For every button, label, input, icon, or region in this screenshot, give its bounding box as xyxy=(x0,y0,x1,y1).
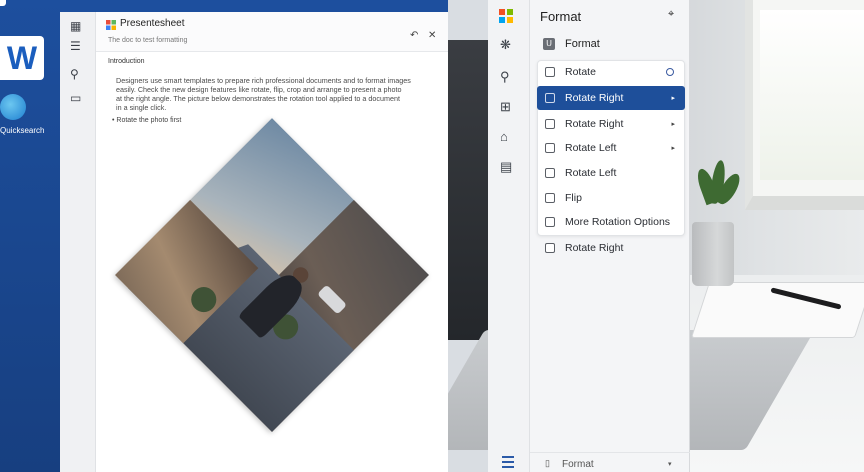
panel-title: Format xyxy=(540,9,582,24)
menu-item-label: Rotate xyxy=(565,66,596,78)
background-laptop-screen xyxy=(448,40,488,340)
chevron-right-icon: ▸ xyxy=(671,121,675,128)
document-icon: ▯ xyxy=(545,458,550,468)
list-icon[interactable]: ☰ xyxy=(70,40,81,52)
logo-square xyxy=(499,17,505,23)
background-window-light xyxy=(760,10,864,180)
plant-pot xyxy=(692,222,734,286)
paragraph-line: Designers use smart templates to prepare… xyxy=(116,76,411,85)
document-title: Presentesheet xyxy=(120,18,185,29)
document-icon[interactable]: ▤ xyxy=(500,160,512,173)
menu-item-rotate[interactable]: Rotate xyxy=(537,60,685,84)
menu-icon[interactable] xyxy=(502,456,514,468)
logo-square xyxy=(507,9,513,15)
microsoft-logo-icon xyxy=(499,9,513,23)
chevron-down-icon[interactable]: ▾ xyxy=(668,460,672,468)
menu-item-flip[interactable]: Flip xyxy=(537,186,685,210)
folder-icon[interactable]: ▭ xyxy=(70,92,81,104)
logo-square xyxy=(507,17,513,23)
document-subtitle: The doc to test formatting xyxy=(108,37,188,44)
panel-subtitle: Format xyxy=(565,38,600,50)
paragraph-line: easily. Check the new design features li… xyxy=(116,85,402,94)
checkbox[interactable] xyxy=(545,67,555,77)
checkbox[interactable] xyxy=(545,243,555,253)
checkbox[interactable] xyxy=(545,168,555,178)
radio-icon xyxy=(666,68,674,76)
desktop-marker xyxy=(0,0,6,6)
body-paragraph[interactable]: Designers use smart templates to prepare… xyxy=(116,76,426,112)
logo-square xyxy=(499,9,505,15)
bullet-line: • Rotate the photo first xyxy=(112,117,182,124)
menu-item-label: More Rotation Options xyxy=(565,216,671,228)
checkbox[interactable] xyxy=(545,193,555,203)
menu-item-label: Rotate Right xyxy=(565,118,624,130)
grid-icon[interactable]: ▦ xyxy=(70,20,81,32)
panel-footer xyxy=(530,452,690,472)
close-icon[interactable]: ⌖ xyxy=(668,8,674,21)
footer-label[interactable]: Format xyxy=(562,459,594,470)
menu-item-label: Rotate Right xyxy=(565,242,624,254)
format-icon: ᑌ xyxy=(543,38,555,50)
paragraph-line: at the right angle. The picture below de… xyxy=(116,94,400,103)
close-icon[interactable]: ✕ xyxy=(428,30,436,41)
checkbox[interactable] xyxy=(545,143,555,153)
menu-item-label: Rotate Right xyxy=(565,92,624,104)
browser-app-icon[interactable] xyxy=(0,94,26,120)
word-title-bar xyxy=(60,0,448,12)
menu-item-more-rotation-options[interactable]: More Rotation Options xyxy=(537,210,685,234)
word-nav-rail: ▦ ☰ ⚲ ▭ xyxy=(60,12,96,472)
chevron-right-icon: ▸ xyxy=(671,145,675,152)
menu-item-label: Rotate Left xyxy=(565,142,617,154)
home-icon[interactable]: ⌂ xyxy=(500,130,508,143)
styles-icon[interactable]: ❋ xyxy=(500,38,511,51)
desktop-area: W Quicksearch xyxy=(0,0,60,472)
menu-item-rotate-right[interactable]: Rotate Right ▸ xyxy=(537,112,685,136)
menu-item-rotate-left-2[interactable]: Rotate Left xyxy=(537,161,685,185)
undo-icon[interactable]: ↶ xyxy=(410,30,418,41)
menu-item-label: Flip xyxy=(565,192,582,204)
insert-icon[interactable]: ⊞ xyxy=(500,100,511,113)
menu-item-label: Rotate Left xyxy=(565,167,617,179)
checkbox[interactable] xyxy=(545,119,555,129)
menu-item-rotate-right-extra[interactable]: Rotate Right xyxy=(537,236,685,260)
search-icon[interactable]: ⚲ xyxy=(500,70,510,83)
desktop-icon-label: Quicksearch xyxy=(0,126,45,135)
menu-item-rotate-right-selected[interactable]: Rotate Right ▸ xyxy=(537,86,685,110)
paragraph-line: in a single click. xyxy=(116,103,167,112)
checkbox[interactable] xyxy=(545,93,555,103)
checkbox[interactable] xyxy=(545,217,555,227)
chevron-right-icon: ▸ xyxy=(671,95,675,102)
paragraph-heading: Introduction xyxy=(108,58,145,65)
word-app-icon[interactable]: W xyxy=(0,36,44,80)
menu-item-rotate-left[interactable]: Rotate Left ▸ xyxy=(537,136,685,160)
app-logo-icon xyxy=(106,20,116,30)
search-icon[interactable]: ⚲ xyxy=(70,68,79,80)
